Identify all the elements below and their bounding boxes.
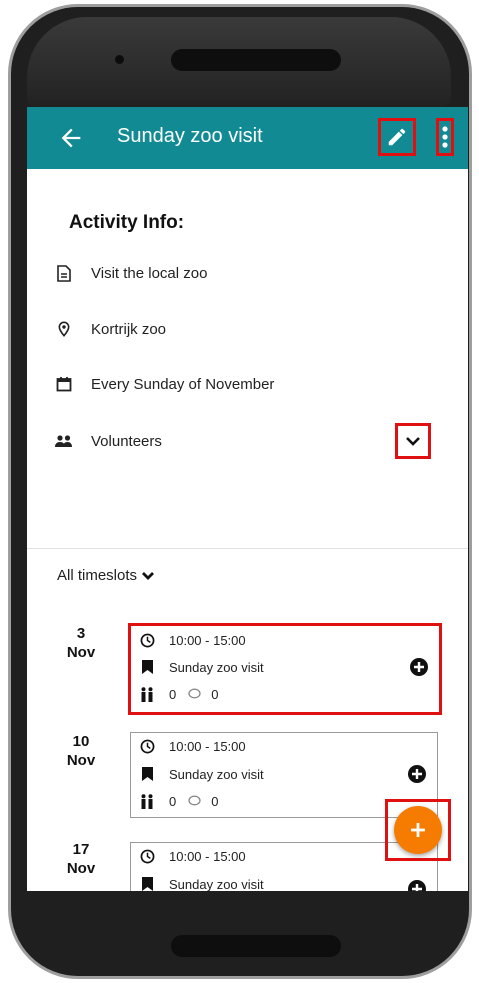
timeslot-date: 3 Nov — [56, 624, 106, 662]
chevron-down-icon — [406, 437, 420, 446]
app-bar: Sunday zoo visit — [27, 107, 468, 169]
section-divider — [27, 548, 468, 549]
description-row: Visit the local zoo — [53, 261, 207, 285]
location-row: Kortrijk zoo — [53, 317, 166, 341]
timeslot-day: 3 — [76, 625, 86, 642]
more-vert-icon — [442, 126, 448, 148]
add-circle-icon[interactable] — [407, 764, 427, 784]
bookmark-icon — [139, 659, 155, 675]
edit-button[interactable] — [378, 118, 416, 156]
add-circle-icon[interactable] — [409, 657, 429, 677]
clock-icon — [139, 848, 155, 864]
activity-info-heading: Activity Info: — [69, 212, 185, 233]
activity-location: Kortrijk zoo — [91, 320, 167, 338]
home-bar — [171, 935, 341, 957]
clock-icon — [139, 738, 155, 754]
comment-icon — [188, 794, 201, 809]
volunteer-count: 0 — [169, 793, 177, 809]
timeslot-month: Nov — [66, 860, 96, 877]
people-icon — [139, 793, 155, 809]
calendar-icon — [53, 373, 75, 395]
timeslot-time: 10:00 - 15:00 — [169, 848, 246, 864]
schedule-row: Every Sunday of November — [53, 372, 274, 396]
bookmark-icon — [139, 766, 155, 782]
timeslots-filter[interactable]: All timeslots — [57, 567, 155, 584]
activity-description: Visit the local zoo — [91, 264, 208, 282]
timeslot-day: 17 — [72, 841, 90, 858]
timeslot-time-row: 10:00 - 15:00 — [139, 632, 246, 648]
speaker-grille — [171, 49, 341, 71]
timeslot-date: 17 Nov — [56, 840, 106, 878]
volunteer-count: 0 — [169, 686, 177, 702]
timeslot-month: Nov — [66, 752, 96, 769]
activity-schedule: Every Sunday of November — [91, 375, 275, 393]
comment-count: 0 — [211, 793, 219, 809]
people-icon — [53, 430, 75, 452]
volunteers-label: Volunteers — [91, 432, 162, 450]
back-arrow-icon[interactable] — [57, 124, 85, 152]
plus-icon — [411, 823, 425, 837]
timeslot-month: Nov — [66, 644, 96, 661]
timeslot-time: 10:00 - 15:00 — [169, 632, 246, 648]
add-circle-icon[interactable] — [407, 879, 427, 891]
timeslot-counts-row: 0 0 — [139, 793, 218, 809]
timeslot-name: Sunday zoo visit — [169, 876, 264, 892]
timeslot-name: Sunday zoo visit — [169, 659, 264, 675]
timeslot-name: Sunday zoo visit — [169, 766, 264, 782]
timeslot-name-row: Sunday zoo visit — [139, 876, 264, 891]
timeslot-card[interactable]: 10:00 - 15:00 Sunday zoo visit 0 0 — [128, 623, 442, 715]
timeslot-time-row: 10:00 - 15:00 — [139, 738, 246, 754]
bookmark-icon — [139, 876, 155, 891]
people-icon — [139, 686, 155, 702]
document-icon — [53, 262, 75, 284]
add-timeslot-button[interactable] — [394, 806, 442, 854]
pencil-icon — [388, 128, 406, 146]
timeslot-date: 10 Nov — [56, 732, 106, 770]
chevron-down-icon — [142, 571, 155, 580]
timeslot-name-row: Sunday zoo visit — [139, 766, 264, 782]
expand-volunteers-button[interactable] — [395, 423, 431, 459]
clock-icon — [139, 632, 155, 648]
location-pin-icon — [53, 318, 75, 340]
page-title: Sunday zoo visit — [117, 125, 263, 147]
add-timeslot-fab-highlight — [385, 799, 451, 861]
timeslot-time-row: 10:00 - 15:00 — [139, 848, 246, 864]
more-options-button[interactable] — [436, 118, 454, 156]
timeslot-time: 10:00 - 15:00 — [169, 738, 246, 754]
camera — [115, 55, 124, 64]
timeslot-name-row: Sunday zoo visit — [139, 659, 264, 675]
volunteers-row: Volunteers — [53, 429, 162, 453]
timeslots-filter-label: All timeslots — [57, 567, 138, 584]
comment-count: 0 — [211, 686, 219, 702]
timeslot-day: 10 — [72, 733, 90, 750]
comment-icon — [188, 687, 201, 702]
timeslot-counts-row: 0 0 — [139, 686, 218, 702]
app-screen: Sunday zoo visit Activity Info: Visit th… — [27, 107, 468, 891]
